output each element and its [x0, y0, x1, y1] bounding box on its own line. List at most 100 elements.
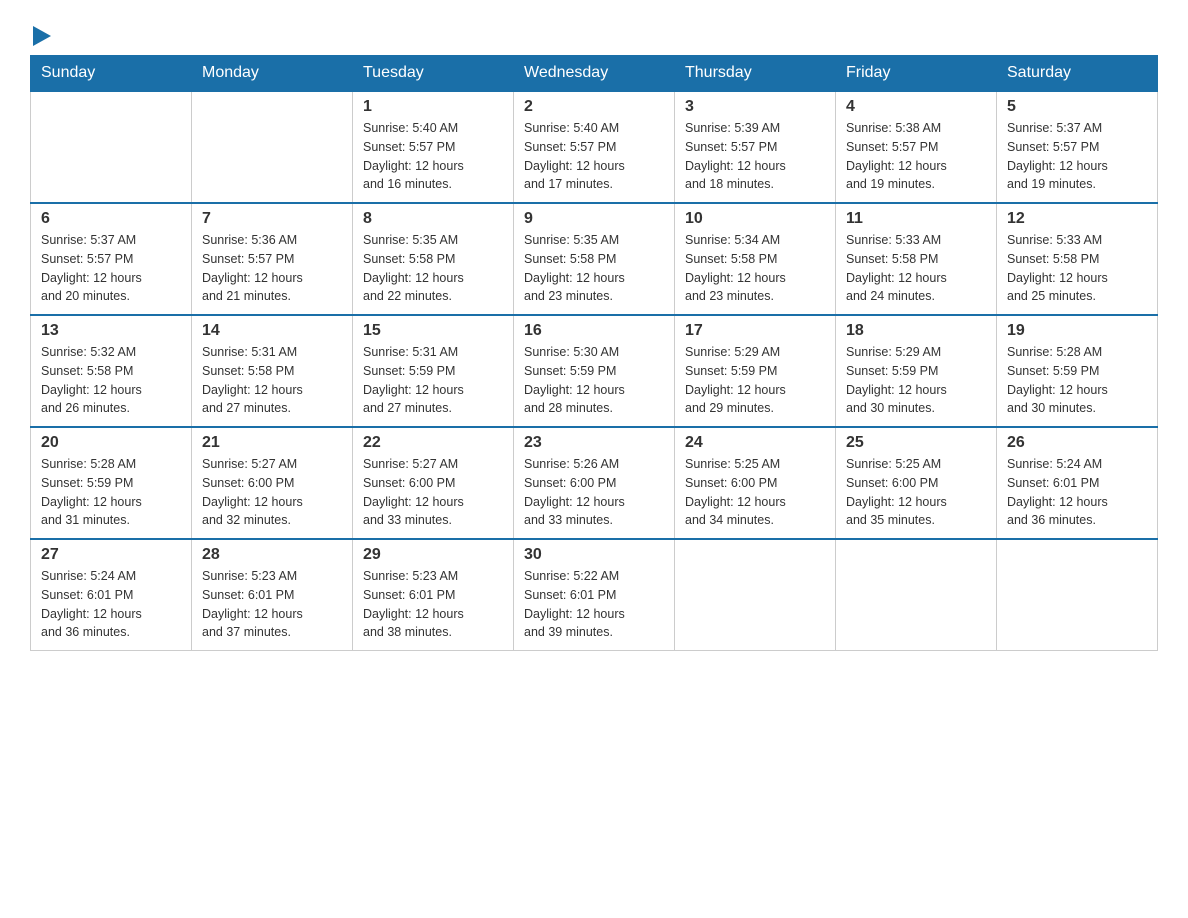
- calendar-week-row: 20 Sunrise: 5:28 AMSunset: 5:59 PMDayligh…: [31, 427, 1158, 539]
- logo-arrow-icon: [33, 26, 51, 46]
- day-number: 20: [41, 434, 181, 452]
- day-info: Sunrise: 5:24 AMSunset: 6:01 PMDaylight:…: [1007, 455, 1147, 530]
- day-info: Sunrise: 5:29 AMSunset: 5:59 PMDaylight:…: [685, 343, 825, 418]
- day-info: Sunrise: 5:37 AMSunset: 5:57 PMDaylight:…: [1007, 119, 1147, 194]
- day-number: 7: [202, 210, 342, 228]
- calendar-cell: 11 Sunrise: 5:33 AMSunset: 5:58 PMDayligh…: [836, 203, 997, 315]
- day-info: Sunrise: 5:34 AMSunset: 5:58 PMDaylight:…: [685, 231, 825, 306]
- calendar-cell: 19 Sunrise: 5:28 AMSunset: 5:59 PMDayligh…: [997, 315, 1158, 427]
- day-info: Sunrise: 5:40 AMSunset: 5:57 PMDaylight:…: [363, 119, 503, 194]
- day-number: 15: [363, 322, 503, 340]
- calendar-table: SundayMondayTuesdayWednesdayThursdayFrid…: [30, 55, 1158, 651]
- calendar-cell: 1 Sunrise: 5:40 AMSunset: 5:57 PMDaylight…: [353, 91, 514, 203]
- calendar-cell: 16 Sunrise: 5:30 AMSunset: 5:59 PMDayligh…: [514, 315, 675, 427]
- calendar-cell: 9 Sunrise: 5:35 AMSunset: 5:58 PMDaylight…: [514, 203, 675, 315]
- calendar-cell: 14Sunrise: 5:31 AMSunset: 5:58 PMDayligh…: [192, 315, 353, 427]
- day-number: 30: [524, 546, 664, 564]
- calendar-cell: 21 Sunrise: 5:27 AMSunset: 6:00 PMDayligh…: [192, 427, 353, 539]
- day-info: Sunrise: 5:25 AMSunset: 6:00 PMDaylight:…: [685, 455, 825, 530]
- calendar-cell: 25 Sunrise: 5:25 AMSunset: 6:00 PMDayligh…: [836, 427, 997, 539]
- day-number: 9: [524, 210, 664, 228]
- calendar-week-row: 27 Sunrise: 5:24 AMSunset: 6:01 PMDayligh…: [31, 539, 1158, 651]
- day-info: Sunrise: 5:29 AMSunset: 5:59 PMDaylight:…: [846, 343, 986, 418]
- calendar-cell: 5 Sunrise: 5:37 AMSunset: 5:57 PMDaylight…: [997, 91, 1158, 203]
- day-info: Sunrise: 5:23 AMSunset: 6:01 PMDaylight:…: [202, 567, 342, 642]
- day-number: 12: [1007, 210, 1147, 228]
- day-info: Sunrise: 5:27 AMSunset: 6:00 PMDaylight:…: [202, 455, 342, 530]
- calendar-cell: 28Sunrise: 5:23 AMSunset: 6:01 PMDayligh…: [192, 539, 353, 651]
- day-info: Sunrise: 5:40 AMSunset: 5:57 PMDaylight:…: [524, 119, 664, 194]
- day-info: Sunrise: 5:35 AMSunset: 5:58 PMDaylight:…: [363, 231, 503, 306]
- calendar-cell: 29 Sunrise: 5:23 AMSunset: 6:01 PMDayligh…: [353, 539, 514, 651]
- weekday-header-friday: Friday: [836, 56, 997, 92]
- calendar-cell: 10 Sunrise: 5:34 AMSunset: 5:58 PMDayligh…: [675, 203, 836, 315]
- day-number: 5: [1007, 98, 1147, 116]
- day-info: Sunrise: 5:39 AMSunset: 5:57 PMDaylight:…: [685, 119, 825, 194]
- day-number: 14: [202, 322, 342, 340]
- calendar-cell: 13 Sunrise: 5:32 AMSunset: 5:58 PMDayligh…: [31, 315, 192, 427]
- calendar-cell: 24 Sunrise: 5:25 AMSunset: 6:00 PMDayligh…: [675, 427, 836, 539]
- calendar-cell: [836, 539, 997, 651]
- day-info: Sunrise: 5:31 AMSunset: 5:59 PMDaylight:…: [363, 343, 503, 418]
- day-info: Sunrise: 5:32 AMSunset: 5:58 PMDaylight:…: [41, 343, 181, 418]
- day-info: Sunrise: 5:28 AMSunset: 5:59 PMDaylight:…: [1007, 343, 1147, 418]
- calendar-cell: 23 Sunrise: 5:26 AMSunset: 6:00 PMDayligh…: [514, 427, 675, 539]
- calendar-cell: 7 Sunrise: 5:36 AMSunset: 5:57 PMDaylight…: [192, 203, 353, 315]
- day-info: Sunrise: 5:28 AMSunset: 5:59 PMDaylight:…: [41, 455, 181, 530]
- weekday-header-thursday: Thursday: [675, 56, 836, 92]
- day-number: 8: [363, 210, 503, 228]
- day-number: 23: [524, 434, 664, 452]
- calendar-cell: [192, 91, 353, 203]
- day-number: 24: [685, 434, 825, 452]
- day-info: Sunrise: 5:33 AMSunset: 5:58 PMDaylight:…: [1007, 231, 1147, 306]
- day-info: Sunrise: 5:22 AMSunset: 6:01 PMDaylight:…: [524, 567, 664, 642]
- calendar-cell: 30 Sunrise: 5:22 AMSunset: 6:01 PMDayligh…: [514, 539, 675, 651]
- day-info: Sunrise: 5:25 AMSunset: 6:00 PMDaylight:…: [846, 455, 986, 530]
- day-number: 27: [41, 546, 181, 564]
- calendar-cell: 6Sunrise: 5:37 AMSunset: 5:57 PMDaylight…: [31, 203, 192, 315]
- day-number: 2: [524, 98, 664, 116]
- calendar-week-row: 13 Sunrise: 5:32 AMSunset: 5:58 PMDayligh…: [31, 315, 1158, 427]
- calendar-week-row: 6Sunrise: 5:37 AMSunset: 5:57 PMDaylight…: [31, 203, 1158, 315]
- calendar-cell: 17Sunrise: 5:29 AMSunset: 5:59 PMDayligh…: [675, 315, 836, 427]
- calendar-cell: 18 Sunrise: 5:29 AMSunset: 5:59 PMDayligh…: [836, 315, 997, 427]
- calendar-cell: 26Sunrise: 5:24 AMSunset: 6:01 PMDayligh…: [997, 427, 1158, 539]
- calendar-header-row: SundayMondayTuesdayWednesdayThursdayFrid…: [31, 56, 1158, 92]
- day-number: 29: [363, 546, 503, 564]
- day-number: 21: [202, 434, 342, 452]
- day-number: 25: [846, 434, 986, 452]
- calendar-cell: 20 Sunrise: 5:28 AMSunset: 5:59 PMDayligh…: [31, 427, 192, 539]
- day-info: Sunrise: 5:33 AMSunset: 5:58 PMDaylight:…: [846, 231, 986, 306]
- calendar-cell: 27 Sunrise: 5:24 AMSunset: 6:01 PMDayligh…: [31, 539, 192, 651]
- day-number: 22: [363, 434, 503, 452]
- weekday-header-wednesday: Wednesday: [514, 56, 675, 92]
- day-number: 16: [524, 322, 664, 340]
- day-info: Sunrise: 5:38 AMSunset: 5:57 PMDaylight:…: [846, 119, 986, 194]
- day-number: 1: [363, 98, 503, 116]
- calendar-cell: 12 Sunrise: 5:33 AMSunset: 5:58 PMDayligh…: [997, 203, 1158, 315]
- calendar-cell: 8 Sunrise: 5:35 AMSunset: 5:58 PMDaylight…: [353, 203, 514, 315]
- calendar-cell: [675, 539, 836, 651]
- day-info: Sunrise: 5:23 AMSunset: 6:01 PMDaylight:…: [363, 567, 503, 642]
- day-info: Sunrise: 5:36 AMSunset: 5:57 PMDaylight:…: [202, 231, 342, 306]
- day-info: Sunrise: 5:24 AMSunset: 6:01 PMDaylight:…: [41, 567, 181, 642]
- calendar-cell: 15 Sunrise: 5:31 AMSunset: 5:59 PMDayligh…: [353, 315, 514, 427]
- day-number: 18: [846, 322, 986, 340]
- calendar-cell: [997, 539, 1158, 651]
- calendar-cell: 2 Sunrise: 5:40 AMSunset: 5:57 PMDaylight…: [514, 91, 675, 203]
- page-header: [30, 20, 1158, 45]
- day-number: 3: [685, 98, 825, 116]
- day-number: 11: [846, 210, 986, 228]
- day-info: Sunrise: 5:35 AMSunset: 5:58 PMDaylight:…: [524, 231, 664, 306]
- weekday-header-sunday: Sunday: [31, 56, 192, 92]
- day-number: 4: [846, 98, 986, 116]
- day-info: Sunrise: 5:30 AMSunset: 5:59 PMDaylight:…: [524, 343, 664, 418]
- day-number: 10: [685, 210, 825, 228]
- day-info: Sunrise: 5:26 AMSunset: 6:00 PMDaylight:…: [524, 455, 664, 530]
- weekday-header-monday: Monday: [192, 56, 353, 92]
- calendar-cell: 4 Sunrise: 5:38 AMSunset: 5:57 PMDaylight…: [836, 91, 997, 203]
- day-number: 13: [41, 322, 181, 340]
- calendar-cell: 3 Sunrise: 5:39 AMSunset: 5:57 PMDaylight…: [675, 91, 836, 203]
- day-number: 19: [1007, 322, 1147, 340]
- day-number: 6: [41, 210, 181, 228]
